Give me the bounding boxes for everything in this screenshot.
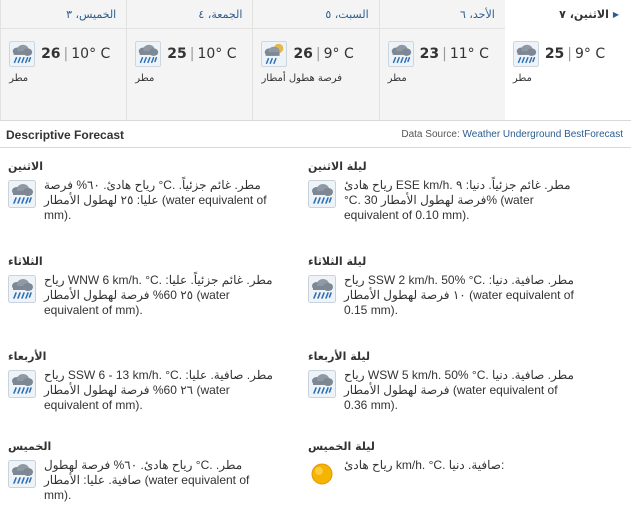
chance-rain-icon bbox=[261, 41, 287, 67]
tab-header: الجمعة، ٤ bbox=[127, 0, 253, 29]
tab-header: الاثنين، ٧ ▶ bbox=[504, 0, 631, 29]
tab-temperature: 25 | 9° C bbox=[544, 46, 606, 62]
low-temp: 11° C bbox=[449, 46, 489, 62]
tab-saturday[interactable]: السبت، ٥ 26 | 9° C فرصة هطول أمطار bbox=[252, 0, 379, 120]
forecast-text: رياح هادئ ESE km/h. مطر. غائم جزئياً. دن… bbox=[344, 178, 571, 222]
rain-icon bbox=[308, 180, 336, 208]
selected-arrow-icon: ▶ bbox=[612, 10, 619, 19]
forecast-title: الثلاثاء bbox=[8, 255, 43, 268]
forecast-title: الأربعاء bbox=[8, 350, 47, 363]
tab-day-label[interactable]: الخميس، ٣ bbox=[66, 8, 116, 21]
data-source-label: Data Source: bbox=[401, 129, 463, 140]
tab-condition: مطر bbox=[135, 73, 155, 84]
tab-header: الأحد، ٦ bbox=[379, 0, 505, 29]
forecast-title: الاثنين bbox=[8, 160, 43, 173]
high-temp: 23 bbox=[419, 46, 440, 62]
forecast-day-tabs: الاثنين، ٧ ▶ 25 | 9° C مطر الأحد، ٦ 23 | 11°… bbox=[0, 0, 631, 121]
rain-icon bbox=[388, 41, 414, 67]
rain-icon bbox=[308, 275, 336, 303]
forecast-monday: الاثنين رياح هادئ. ٦٠% فرصة °C. مطر. غائ… bbox=[8, 160, 308, 240]
tab-temperature: 25 | 10° C bbox=[167, 46, 237, 62]
tab-sunday[interactable]: الأحد، ٦ 23 | 11° C مطر bbox=[378, 0, 505, 120]
forecast-text: رياح WNW 6 km/h. °C. مطر. غائم جزئياً. ع… bbox=[44, 273, 273, 317]
sun-icon bbox=[308, 460, 336, 488]
descriptive-forecast-header: Descriptive Forecast Data Source: Weathe… bbox=[0, 121, 631, 148]
tab-day-label[interactable]: الجمعة، ٤ bbox=[198, 8, 242, 21]
forecast-text: رياح هادئ km/h. °C. صافية. دنيا: bbox=[344, 458, 505, 472]
high-temp: 26 bbox=[41, 46, 61, 62]
data-source-link[interactable]: Weather Underground BestForecast bbox=[463, 129, 623, 140]
forecast-title: ليلة الأربعاء bbox=[308, 350, 370, 363]
forecast-text: رياح SSW 6 - 13 km/h. °C. مطر. صافية. عل… bbox=[44, 368, 273, 412]
tab-monday[interactable]: الاثنين، ٧ ▶ 25 | 9° C مطر bbox=[504, 0, 631, 120]
low-temp: 9° C bbox=[575, 46, 606, 62]
forecast-title: الخميس bbox=[8, 440, 52, 453]
high-temp: 26 bbox=[293, 46, 313, 62]
high-temp: 25 bbox=[167, 46, 187, 62]
rain-icon bbox=[135, 41, 161, 67]
tab-condition: مطر bbox=[387, 73, 407, 84]
forecast-wednesday-night: ليلة الأربعاء رياح WSW 5 km/h. 50% °C. م… bbox=[308, 350, 608, 430]
tab-day-label: الاثنين، ٧ bbox=[559, 8, 609, 21]
rain-icon bbox=[513, 41, 539, 67]
tab-thursday[interactable]: الخميس، ٣ 26 | 10° C مطر bbox=[0, 0, 127, 120]
forecast-tuesday-night: ليلة الثلاثاء رياح SSW 2 km/h. 50% °C. م… bbox=[308, 255, 608, 335]
forecast-thursday: الخميس رياح هادئ. ٦٠% فرصة لهطول °C. مطر… bbox=[8, 440, 308, 502]
tab-temperature: 23 | 11° C bbox=[419, 46, 489, 62]
rain-icon bbox=[8, 180, 36, 208]
forecast-text: رياح هادئ. ٦٠% فرصة لهطول °C. مطر. صافية… bbox=[44, 458, 250, 502]
data-source: Data Source: Weather Underground BestFor… bbox=[401, 129, 623, 140]
rain-icon bbox=[308, 370, 336, 398]
rain-icon bbox=[8, 370, 36, 398]
tab-friday[interactable]: الجمعة، ٤ 25 | 10° C مطر bbox=[126, 0, 253, 120]
tab-temperature: 26 | 10° C bbox=[41, 46, 111, 62]
rain-icon bbox=[8, 275, 36, 303]
forecast-title: ليلة الاثنين bbox=[308, 160, 367, 173]
low-temp: 10° C bbox=[197, 46, 237, 62]
forecast-text: رياح هادئ. ٦٠% فرصة °C. مطر. غائم جزئياً… bbox=[44, 178, 267, 222]
rain-icon bbox=[8, 460, 36, 488]
forecast-thursday-night: ليلة الخميس رياح هادئ km/h. °C. صافية. د… bbox=[308, 440, 608, 500]
rain-icon bbox=[9, 41, 35, 67]
tab-day-label[interactable]: السبت، ٥ bbox=[325, 8, 368, 21]
forecast-tuesday: الثلاثاء رياح WNW 6 km/h. °C. مطر. غائم … bbox=[8, 255, 308, 335]
tab-header: السبت، ٥ bbox=[253, 0, 379, 29]
tab-condition: مطر bbox=[9, 73, 29, 84]
forecast-wednesday: الأربعاء رياح SSW 6 - 13 km/h. °C. مطر. … bbox=[8, 350, 308, 430]
tab-temperature: 26 | 9° C bbox=[293, 46, 354, 62]
forecast-text: رياح WSW 5 km/h. 50% °C. مطر. صافية. دني… bbox=[344, 368, 574, 412]
high-temp: 25 bbox=[544, 46, 565, 62]
low-temp: 9° C bbox=[323, 46, 354, 62]
low-temp: 10° C bbox=[71, 46, 111, 62]
forecast-title: ليلة الخميس bbox=[308, 440, 375, 453]
forecast-text: رياح SSW 2 km/h. 50% °C. مطر. صافية. دني… bbox=[344, 273, 574, 317]
tab-condition: مطر bbox=[512, 73, 532, 84]
tab-header: الخميس، ٣ bbox=[1, 0, 127, 29]
forecast-monday-night: ليلة الاثنين رياح هادئ ESE km/h. مطر. غا… bbox=[308, 160, 608, 240]
forecast-title: ليلة الثلاثاء bbox=[308, 255, 367, 268]
tab-day-label[interactable]: الأحد، ٦ bbox=[460, 8, 495, 21]
tab-condition: فرصة هطول أمطار bbox=[261, 73, 343, 84]
section-title: Descriptive Forecast bbox=[6, 128, 125, 142]
